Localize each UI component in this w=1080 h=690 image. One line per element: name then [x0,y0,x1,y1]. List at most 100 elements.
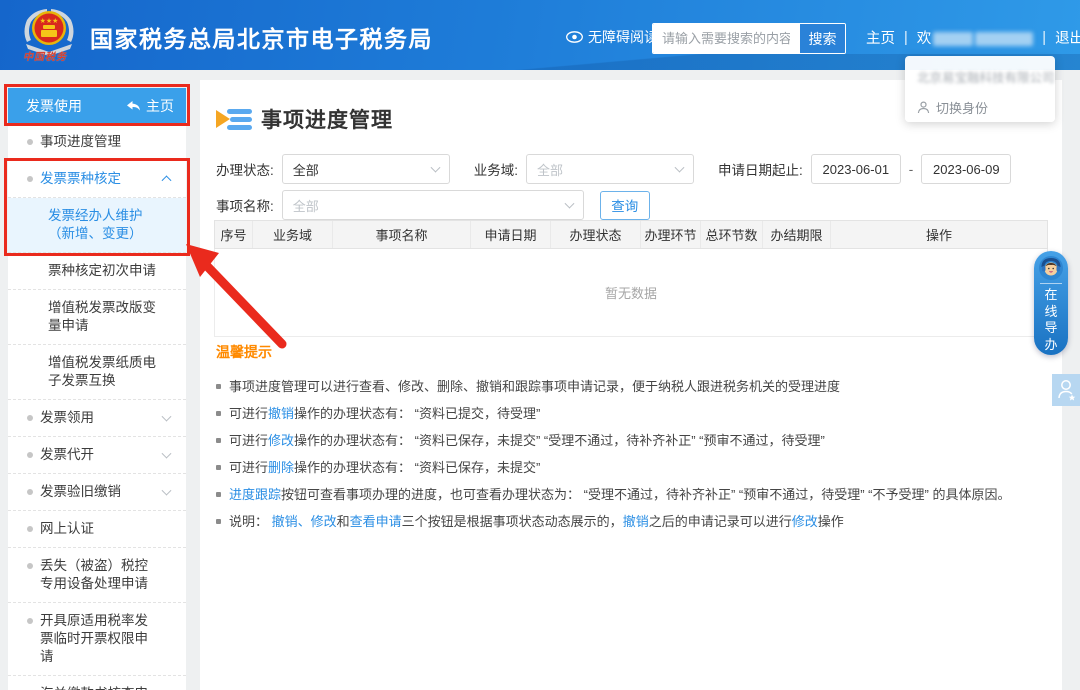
tip-text: 操作 [818,514,844,529]
sidebar: 发票使用 主页 事项进度管理发票票种核定发票经办人维护（新增、变更） 票种核定初次… [8,88,186,690]
site-title: 国家税务总局北京市电子税务局 [90,20,433,54]
chevron-down-icon [430,163,440,173]
tip-text: 事项进度管理可以进行查看、修改、删除、撤销和跟踪事项申请记录，便于纳税人跟进税务… [229,379,840,394]
page-title-row: 事项进度管理 [214,104,393,134]
bullet-icon [216,465,221,470]
switch-identity-button[interactable]: 切换身份 [905,91,1055,124]
chevron-down-icon [162,449,172,459]
progress-table: 序号业务域事项名称申请日期办理状态办理环节总环节数办结期限操作 暂无数据 [214,220,1048,337]
table-column-header: 办结期限 [763,221,831,248]
tip-item: 可进行删除操作的办理状态有： “资料已保存，未提交” [216,459,1046,476]
bullet-icon [27,618,33,624]
sidebar-item-label: 发票验旧缴销 [40,484,121,499]
table-empty-body: 暂无数据 [214,249,1048,337]
sidebar-item[interactable]: 事项进度管理 [8,124,186,161]
person-icon [917,101,930,114]
sidebar-item[interactable]: 海关缴款书核查申请 [8,676,186,690]
sidebar-menu: 事项进度管理发票票种核定发票经办人维护（新增、变更） 票种核定初次申请增值税发票改… [8,124,186,690]
table-column-header: 办理状态 [551,221,641,248]
sidebar-item-label: 网上认证 [40,521,94,536]
table-column-header: 办理环节 [641,221,701,248]
tip-text: 操作的办理状态有： “资料已保存，未提交” [294,460,540,475]
sidebar-item[interactable]: 增值税发票纸质电子发票互换 [8,345,186,400]
bullet-icon [27,415,33,421]
sidebar-item[interactable]: 发票代开 [8,437,186,474]
separator: | [1042,30,1046,46]
sidebar-item[interactable]: 发票验旧缴销 [8,474,186,511]
tip-text: 可进行 [229,406,268,421]
welcome-user[interactable]: 欢 [917,27,1034,48]
main-panel: 事项进度管理 办理状态: 全部 业务域: 全部 申请日期起止: - 事项名称: … [200,80,1062,690]
online-guide-tab[interactable]: 在线导办 [1034,251,1068,355]
chevron-down-icon [162,412,172,422]
home-link[interactable]: 主页 [866,27,895,48]
eye-icon [566,31,583,43]
tip-text: 和 [337,514,350,529]
tip-text: 说明： [229,514,272,529]
chevron-down-icon [675,163,685,173]
sidebar-item-label: 发票经办人维护（新增、变更） [48,208,143,241]
censored-username-block [933,32,973,46]
tip-keyword: 修改 [268,433,294,448]
table-column-header: 总环节数 [701,221,763,248]
bullet-icon [216,411,221,416]
date-to-input[interactable] [921,154,1011,184]
tip-item: 说明： 撤销、修改和查看申请三个按钮是根据事项状态动态展示的，撤销之后的申请记录… [216,513,1046,530]
tips-title: 温馨提示 [216,342,1046,362]
page-title: 事项进度管理 [261,104,393,134]
tip-text: 按钮可查看事项办理的进度，也可查看办理状态为： “受理不通过，待补齐补正” “预… [281,487,1010,502]
chevron-up-icon [162,175,172,185]
tip-keyword: 进度跟踪 [229,487,281,502]
filter-row-2: 事项名称: 全部 查询 [216,190,650,220]
svg-text:★★★: ★★★ [40,17,59,25]
tip-text: 三个按钮是根据事项状态动态展示的， [402,514,623,529]
tip-text: 操作的办理状态有： “资料已提交，待受理” [294,406,540,421]
date-from-input[interactable] [811,154,901,184]
domain-label: 业务域: [474,159,518,179]
sidebar-item[interactable]: 发票票种核定 [8,161,186,198]
sidebar-item[interactable]: 增值税发票改版变量申请 [8,290,186,345]
back-arrow-icon [126,100,141,112]
logout-link[interactable]: 退出 [1055,27,1080,48]
sidebar-home-link[interactable]: 主页 [126,96,174,116]
sidebar-title: 发票使用 [26,96,82,116]
item-name-select[interactable]: 全部 [282,190,584,220]
sidebar-item[interactable]: 票种核定初次申请 [8,253,186,290]
sidebar-item[interactable]: 丢失（被盗）税控专用设备处理申请 [8,548,186,603]
bullet-icon [27,526,33,532]
sidebar-item[interactable]: 发票领用 [8,400,186,437]
search-button[interactable]: 搜索 [799,24,845,53]
bullet-icon [216,492,221,497]
sidebar-item[interactable]: 开具原适用税率发票临时开票权限申请 [8,603,186,676]
accessibility-link[interactable]: 无障碍阅读 [566,27,658,47]
tip-keyword: 撤销 [268,406,294,421]
tip-text: 之后的申请记录可以进行 [649,514,792,529]
tip-text: 可进行 [229,433,268,448]
sidebar-header[interactable]: 发票使用 主页 [8,88,186,124]
bullet-icon [216,519,221,524]
sidebar-home-label: 主页 [146,96,174,116]
page-title-icon [214,104,254,134]
tips-section: 温馨提示 事项进度管理可以进行查看、修改、删除、撤销和跟踪事项申请记录，便于纳税… [216,342,1046,540]
domain-select[interactable]: 全部 [526,154,694,184]
profile-floating-button[interactable] [1052,374,1080,406]
sidebar-item[interactable]: 发票经办人维护（新增、变更） [8,198,186,253]
bullet-icon [27,452,33,458]
table-header-row: 序号业务域事项名称申请日期办理状态办理环节总环节数办结期限操作 [214,220,1048,249]
status-select[interactable]: 全部 [282,154,450,184]
company-name: 北京易宝融科技有限公司 [905,56,1055,91]
tip-text: 可进行 [229,460,268,475]
sidebar-item-label: 发票领用 [40,410,94,425]
item-name-label: 事项名称: [216,195,274,215]
tip-item: 进度跟踪按钮可查看事项办理的进度，也可查看办理状态为： “受理不通过，待补齐补正… [216,486,1046,503]
tips-list: 事项进度管理可以进行查看、修改、删除、撤销和跟踪事项申请记录，便于纳税人跟进税务… [216,378,1046,530]
table-column-header: 业务域 [253,221,333,248]
sidebar-item-label: 开具原适用税率发票临时开票权限申请 [40,613,148,664]
header-links: 主页 | 欢 | 退出 [866,27,1080,48]
logo-caption: 中国税务 [13,48,77,63]
table-column-header: 事项名称 [333,221,471,248]
chevron-down-icon [564,199,574,209]
query-button[interactable]: 查询 [600,191,650,220]
sidebar-item[interactable]: 网上认证 [8,511,186,548]
search-input[interactable] [653,24,799,53]
